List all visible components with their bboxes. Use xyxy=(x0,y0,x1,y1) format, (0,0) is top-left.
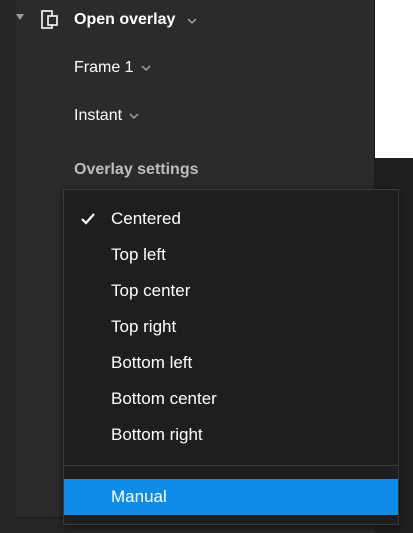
animation-label: Instant xyxy=(74,107,123,124)
menu-item-bottom-left[interactable]: Bottom left xyxy=(64,345,398,381)
menu-item-label: Bottom left xyxy=(111,353,193,372)
destination-dropdown[interactable]: Frame 1 xyxy=(74,58,151,78)
overlay-position-menu: Centered Top left Top center Top right B… xyxy=(63,189,399,525)
menu-item-label: Centered xyxy=(111,209,181,228)
destination-label: Frame 1 xyxy=(74,59,134,76)
menu-item-label: Top center xyxy=(111,281,191,300)
menu-item-top-right[interactable]: Top right xyxy=(64,309,398,345)
menu-item-label: Bottom center xyxy=(111,389,217,408)
menu-item-centered[interactable]: Centered xyxy=(64,201,398,237)
action-dropdown[interactable]: Open overlay xyxy=(74,10,197,30)
chevron-down-icon xyxy=(141,65,151,71)
menu-item-bottom-center[interactable]: Bottom center xyxy=(64,381,398,417)
menu-item-bottom-right[interactable]: Bottom right xyxy=(64,417,398,453)
menu-item-label: Manual xyxy=(111,487,167,506)
menu-item-label: Bottom right xyxy=(111,425,203,444)
menu-item-manual[interactable]: Manual xyxy=(64,479,398,515)
action-label: Open overlay xyxy=(74,11,176,28)
canvas-area xyxy=(375,0,413,158)
collapse-caret-icon[interactable] xyxy=(16,14,24,20)
menu-item-top-center[interactable]: Top center xyxy=(64,273,398,309)
menu-divider xyxy=(64,465,398,466)
chevron-down-icon xyxy=(129,113,139,119)
menu-item-top-left[interactable]: Top left xyxy=(64,237,398,273)
menu-item-label: Top right xyxy=(111,317,177,336)
overlay-settings-title: Overlay settings xyxy=(74,161,199,178)
chevron-down-icon xyxy=(187,18,197,24)
open-overlay-icon xyxy=(41,10,58,29)
checkmark-icon xyxy=(81,213,95,225)
menu-item-label: Top left xyxy=(111,245,166,264)
animation-dropdown[interactable]: Instant xyxy=(74,106,139,126)
